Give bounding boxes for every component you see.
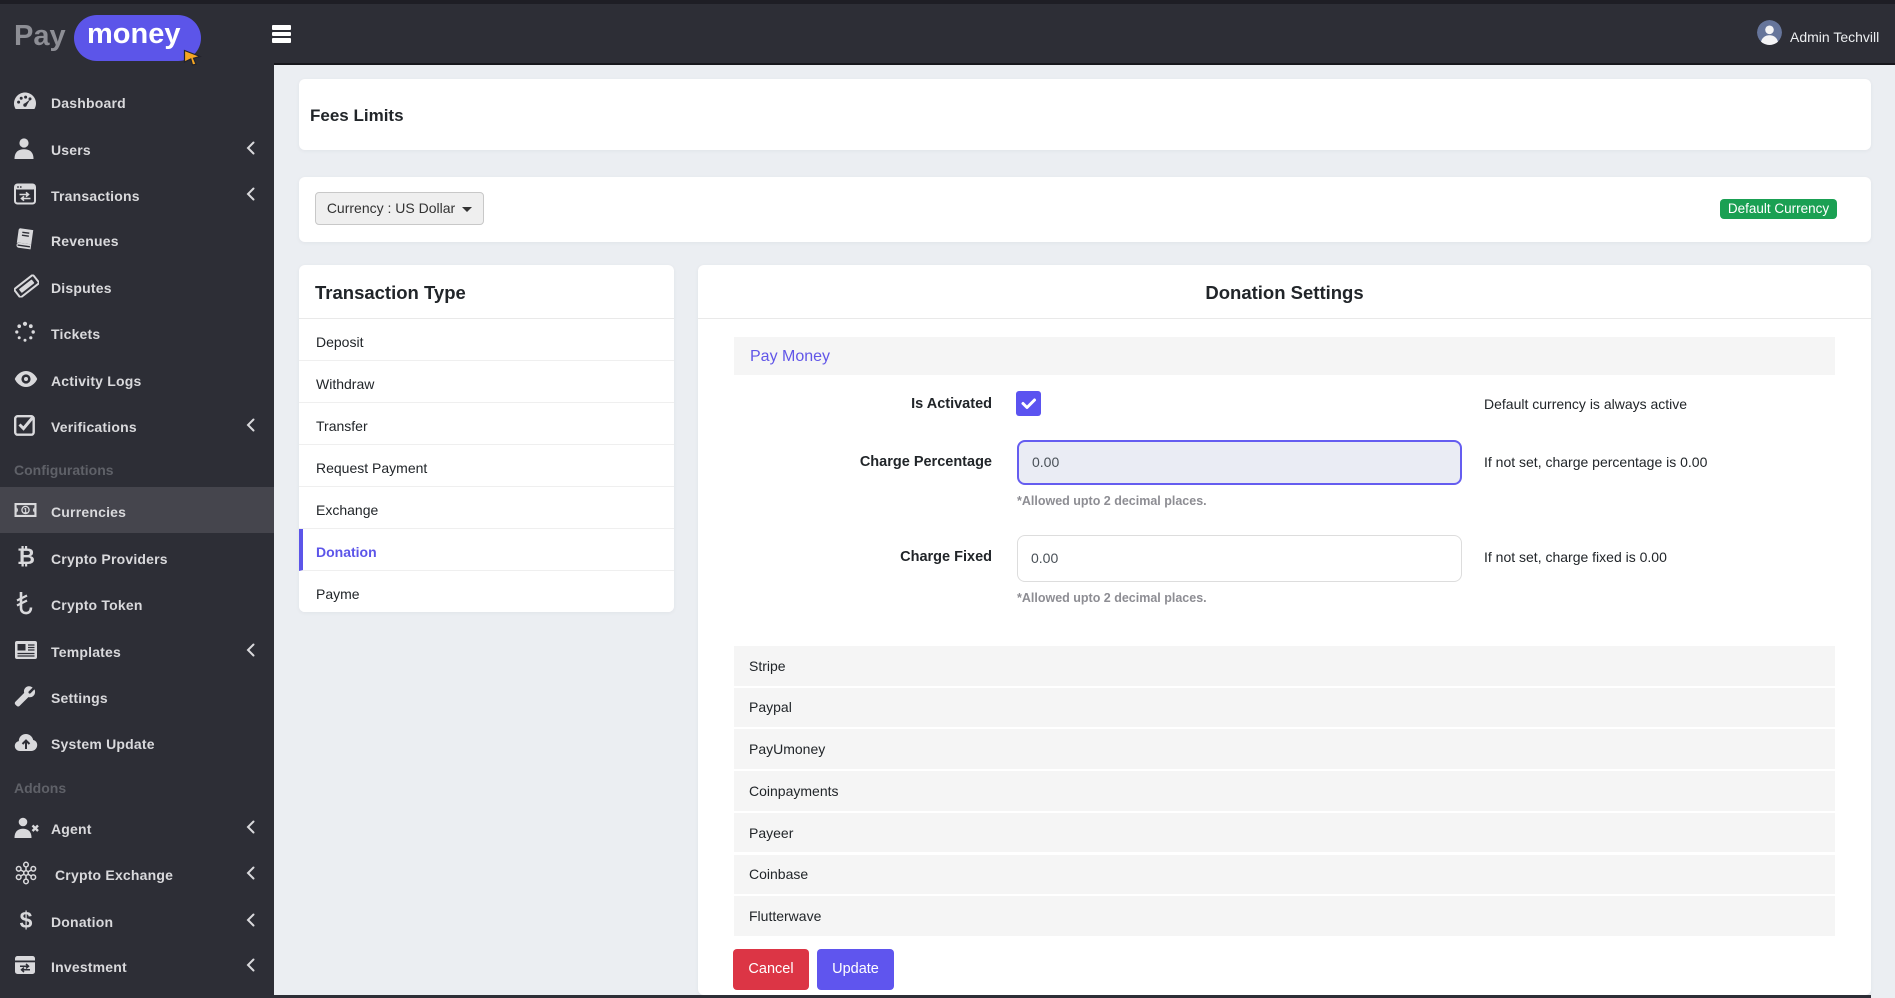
svg-text:1: 1 xyxy=(23,506,27,515)
